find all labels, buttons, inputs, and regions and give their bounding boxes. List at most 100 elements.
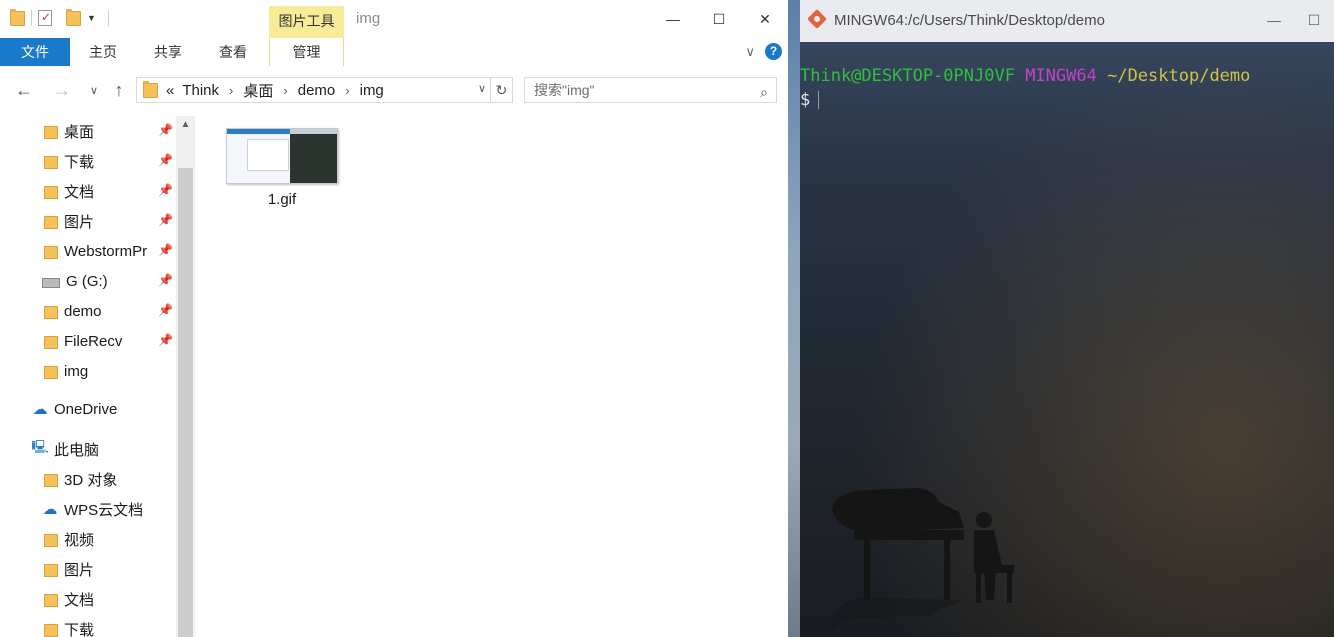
navigation-bar: ← → ∨ ↑ « Think › 桌面 › demo › img ∨ ↻ 搜索… [0,66,788,116]
breadcrumb-separator-icon[interactable]: › [345,83,349,98]
sidebar-item-label: 图片 [64,561,95,579]
download-folder-icon [44,156,58,169]
breadcrumb-desktop[interactable]: 桌面 [243,80,273,101]
folder-icon[interactable] [10,8,25,26]
search-icon[interactable]: ⌕ [760,80,768,104]
pictures-folder-icon [44,216,58,229]
sidebar-item-wps-cloud[interactable]: ☁ WPS云文档 [42,494,144,524]
folder-icon [44,336,58,349]
sidebar-item-img[interactable]: img [44,356,88,386]
pin-icon[interactable]: 📌 [158,243,173,257]
sidebar-item-documents-pc[interactable]: 文档 [44,584,94,614]
pin-icon[interactable]: 📌 [158,273,173,287]
folder-icon [44,366,58,379]
documents-folder-icon [44,594,58,607]
up-arrow-icon[interactable]: ↑ [107,80,131,101]
tab-home[interactable]: 主页 [70,38,136,66]
file-list-area[interactable]: 1.gif [196,116,788,637]
thumbnail-terminal-titlebar [290,129,337,134]
pin-icon[interactable]: 📌 [158,153,173,167]
back-arrow-icon[interactable]: ← [12,80,36,101]
thumbnail-terminal-part [290,129,337,183]
thumbnail-explorer-content [247,139,289,171]
prompt-symbol: $ [800,90,811,110]
pin-icon[interactable]: 📌 [158,213,173,227]
3d-objects-folder-icon [44,474,58,487]
sidebar-item-onedrive[interactable]: ☁ OneDrive [32,394,118,424]
expand-ribbon-chevron-icon[interactable]: ∨ [745,44,755,60]
minimize-button[interactable]: — [650,0,696,38]
maximize-button[interactable]: ☐ [696,0,742,38]
sidebar-item-label: 下载 [64,621,95,637]
breadcrumb-separator-icon[interactable]: › [229,83,233,98]
tab-manage[interactable]: 管理 [269,38,344,66]
file-item[interactable]: 1.gif [226,128,338,208]
sidebar-item-label: WPS云文档 [64,501,144,519]
input-line[interactable]: $ [800,88,1250,112]
customize-toolbar-dropdown-icon[interactable]: ▼ [87,13,96,23]
contextual-tab-group-label: 图片工具 [269,6,344,38]
folder-icon [44,306,58,319]
breadcrumb-img[interactable]: img [360,82,384,99]
sidebar-item-pictures-pc[interactable]: 图片 [44,554,94,584]
address-bar[interactable]: « Think › 桌面 › demo › img ∨ [136,77,491,103]
breadcrumb-overflow[interactable]: « [166,82,174,99]
sidebar-item-demo[interactable]: demo [44,296,102,326]
thumbnail-explorer-ribbon [227,129,290,134]
recent-locations-chevron-icon[interactable]: ∨ [82,84,106,97]
sidebar-item-downloads-pc[interactable]: 下载 [44,614,94,637]
minimize-button[interactable]: — [1254,0,1294,40]
breadcrumb-demo[interactable]: demo [298,82,336,99]
folder-icon [44,246,58,259]
ribbon-tabs: 文件 主页 共享 查看 管理 ∨ ? [0,38,788,67]
sidebar-item-documents[interactable]: 文档 [44,176,94,206]
toolbar-separator [107,10,109,26]
new-folder-icon[interactable] [66,8,81,26]
scroll-up-arrow-icon[interactable]: ▲ [176,116,195,133]
sidebar-item-desktop[interactable]: 桌面 [44,116,94,146]
tab-share[interactable]: 共享 [136,38,200,66]
search-input[interactable]: 搜索"img" ⌕ [524,77,777,103]
sidebar-item-downloads[interactable]: 下载 [44,146,94,176]
maximize-button[interactable]: ☐ [1294,0,1334,40]
sidebar-item-this-pc[interactable]: 🖳 此电脑 [31,434,99,464]
terminal-titlebar: MINGW64:/c/Users/Think/Desktop/demo — ☐ [800,0,1334,42]
folder-icon [143,80,158,98]
file-name: 1.gif [267,191,297,208]
pin-icon[interactable]: 📌 [158,123,173,137]
sidebar-item-label: 视频 [64,531,95,549]
address-history-chevron-icon[interactable]: ∨ [478,82,486,95]
drive-icon [42,278,60,288]
sidebar-item-webstorm[interactable]: WebstormPr [44,236,156,266]
refresh-icon[interactable]: ↻ [491,77,513,103]
tab-view[interactable]: 查看 [200,38,266,66]
documents-folder-icon [44,186,58,199]
sidebar-item-drive-g[interactable]: G (G:) [42,266,108,296]
forward-arrow-icon[interactable]: → [50,80,74,101]
sidebar-item-pictures[interactable]: 图片 [44,206,94,236]
sidebar-item-3d-objects[interactable]: 3D 对象 [44,464,117,494]
file-explorer-window: ▼ 图片工具 img — ☐ ✕ 文件 主页 共享 查看 管理 ∨ ? ← → … [0,0,788,637]
ribbon-right-controls: ∨ ? [745,43,782,60]
prompt-line: Think@DESKTOP-0PNJ0VF MINGW64 ~/Desktop/… [800,64,1250,88]
breadcrumb-separator-icon[interactable]: › [283,83,287,98]
pin-icon[interactable]: 📌 [158,303,173,317]
scrollbar-thumb[interactable] [178,168,193,637]
text-cursor [818,91,820,109]
navigation-pane-scrollbar[interactable]: ▲ [176,116,195,637]
breadcrumb-think[interactable]: Think [182,82,219,99]
toolbar-separator [31,10,32,26]
properties-icon[interactable] [38,10,52,26]
prompt-user-host: Think@DESKTOP-0PNJ0VF [800,66,1015,86]
close-button[interactable]: ✕ [742,0,788,38]
sidebar-item-label: img [64,362,89,380]
pin-icon[interactable]: 📌 [158,333,173,347]
terminal-output[interactable]: Think@DESKTOP-0PNJ0VF MINGW64 ~/Desktop/… [800,64,1250,112]
quick-access-toolbar: ▼ [10,8,109,26]
help-icon[interactable]: ? [765,43,782,60]
tab-file[interactable]: 文件 [0,38,70,66]
window-title: img [356,10,381,27]
sidebar-item-videos[interactable]: 视频 [44,524,94,554]
sidebar-item-filerecv[interactable]: FileRecv [44,326,122,356]
pin-icon[interactable]: 📌 [158,183,173,197]
